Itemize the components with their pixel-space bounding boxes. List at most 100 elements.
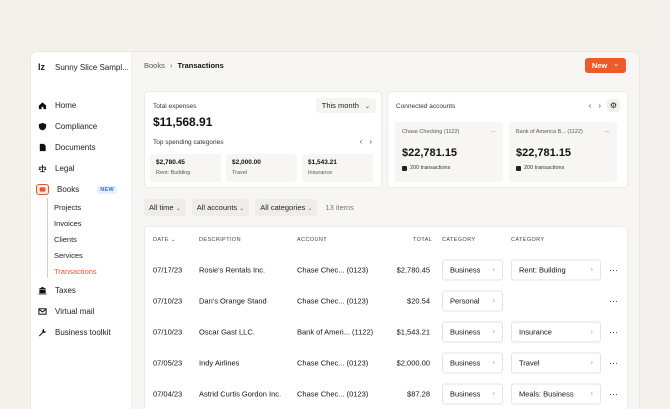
sidebar-item-label: Legal [55, 164, 75, 173]
col-header-description[interactable]: DESCRIPTION [199, 237, 241, 243]
breadcrumb-parent[interactable]: Books [144, 61, 165, 70]
col-header-category[interactable]: CATEGORY [442, 237, 476, 243]
category-tile[interactable]: $1,543.21 Insurance [302, 154, 373, 182]
document-icon [38, 143, 47, 152]
category-select[interactable]: Business › [442, 259, 503, 280]
category-tile[interactable]: $2,000.00 Travel [226, 154, 297, 182]
row-more-icon[interactable]: ··· [609, 296, 618, 306]
more-icon[interactable]: ··· [605, 129, 611, 135]
item-count: 13 items [325, 203, 354, 212]
transactions-table: DATE ⌄ DESCRIPTION ACCOUNT TOTAL CATEGOR… [144, 226, 628, 409]
sidebar-item-label: Virtual mail [55, 307, 95, 316]
sidebar-item-legal[interactable]: Legal [38, 158, 128, 179]
sidebar-subitem-transactions[interactable]: Transactions [54, 264, 128, 280]
time-filter[interactable]: All time ⌄ [144, 199, 186, 216]
table-row[interactable]: 07/17/23 Rosie's Rentals Inc. Chase Chec… [145, 254, 627, 285]
cell-account: Chase Chec... (0123) [297, 265, 369, 274]
filter-bar: All time ⌄ All accounts ⌄ All categories… [144, 199, 354, 216]
sidebar-item-compliance[interactable]: Compliance [38, 116, 128, 137]
sidebar-subitem-projects[interactable]: Projects [54, 200, 128, 216]
category-select-value: Business [450, 358, 481, 367]
row-more-icon[interactable]: ··· [609, 358, 618, 368]
account-name: Chase Checking (1122) [402, 129, 460, 135]
chevron-down-icon: ⌄ [613, 61, 620, 68]
category-select[interactable]: Business › [442, 383, 503, 404]
table-row[interactable]: 07/10/23 Oscar Gast LLC. Bank of Ameri..… [145, 316, 627, 347]
category-select[interactable]: Personal › [442, 290, 503, 311]
category-select-value: Personal [450, 296, 480, 305]
transactions-icon [516, 165, 521, 171]
breadcrumb: Books › Transactions [144, 61, 224, 70]
account-number: (1122) [567, 129, 583, 135]
chevron-down-icon: ⌄ [364, 104, 370, 110]
category-name: Travel [232, 170, 248, 176]
col-header-total[interactable]: TOTAL [413, 237, 432, 243]
sidebar-item-books[interactable]: Books NEW [36, 179, 128, 200]
table-row[interactable]: 07/10/23 Dan's Orange Stand Chase Chec..… [145, 285, 627, 316]
sidebar-item-home[interactable]: Home [38, 95, 128, 116]
category-value: $2,000.00 [232, 159, 261, 166]
sidebar-item-business-toolkit[interactable]: Business toolkit [38, 322, 128, 343]
sidebar-item-label: Documents [55, 143, 96, 152]
chevron-left-icon[interactable]: ‹ [360, 137, 370, 146]
cell-date: 07/10/23 [153, 296, 183, 305]
subcategory-select-value: Meals: Business [519, 389, 574, 398]
total-expenses-label: Total expenses [153, 103, 197, 110]
sidebar-item-taxes[interactable]: Taxes [38, 280, 128, 301]
sidebar-item-documents[interactable]: Documents [38, 137, 128, 158]
category-select[interactable]: Business › [442, 321, 503, 342]
chevron-right-icon: › [492, 390, 495, 397]
period-dropdown[interactable]: This month ⌄ [315, 98, 376, 113]
cell-description: Rosie's Rentals Inc. [199, 265, 266, 274]
more-icon[interactable]: ··· [491, 129, 497, 135]
sidebar-item-virtual-mail[interactable]: Virtual mail [38, 301, 128, 322]
sidebar-subitem-invoices[interactable]: Invoices [54, 216, 128, 232]
table-row[interactable]: 07/04/23 Astrid Curtis Gordon Inc. Chase… [145, 378, 627, 409]
home-icon [38, 101, 47, 110]
subcategory-select[interactable]: Rent: Building › [511, 259, 601, 280]
category-pager[interactable]: ‹› [360, 137, 379, 146]
chevron-right-icon: › [492, 359, 495, 366]
gear-icon[interactable]: ⚙ [607, 99, 620, 112]
account-tile[interactable]: Chase Checking (1122) ··· $22,781.15 200… [395, 122, 503, 182]
cell-description: Astrid Curtis Gordon Inc. [199, 389, 282, 398]
accounts-filter[interactable]: All accounts ⌄ [191, 199, 250, 216]
total-expenses-amount: $11,568.91 [153, 115, 213, 129]
col-header-account[interactable]: ACCOUNT [297, 237, 327, 243]
subcategory-select[interactable]: Meals: Business › [511, 383, 601, 404]
cell-description: Dan's Orange Stand [199, 296, 267, 305]
category-tile[interactable]: $2,780.45 Rent: Building [150, 154, 221, 182]
row-more-icon[interactable]: ··· [609, 327, 618, 337]
category-name: Rent: Building [156, 170, 191, 176]
accounts-pager[interactable]: ‹› [589, 101, 608, 110]
cell-account: Chase Chec... (0123) [297, 296, 369, 305]
chevron-down-icon: ⌄ [307, 206, 313, 212]
sidebar-subitem-services[interactable]: Services [54, 248, 128, 264]
chevron-right-icon[interactable]: › [369, 137, 379, 146]
chevron-right-icon: › [590, 328, 593, 335]
subcategory-select[interactable]: Insurance › [511, 321, 601, 342]
row-more-icon[interactable]: ··· [609, 389, 618, 399]
col-header-category-2[interactable]: CATEGORY [511, 237, 545, 243]
subcategory-select[interactable]: Travel › [511, 352, 601, 373]
cell-date: 07/04/23 [153, 389, 183, 398]
books-submenu: Projects Invoices Clients Services Trans… [47, 198, 128, 280]
shield-icon [38, 122, 47, 131]
account-tile[interactable]: Bank of America B... (1122) ··· $22,781.… [509, 122, 617, 182]
sidebar-subitem-clients[interactable]: Clients [54, 232, 128, 248]
app-window: lz Sunny Slice Sampl... Home Compliance … [31, 52, 639, 409]
brand[interactable]: lz Sunny Slice Sampl... [38, 62, 129, 72]
cell-date: 07/10/23 [153, 327, 183, 336]
breadcrumb-current: Transactions [177, 61, 224, 70]
row-more-icon[interactable]: ··· [609, 265, 618, 275]
col-header-date[interactable]: DATE ⌄ [153, 237, 176, 243]
table-row[interactable]: 07/05/23 Indy Airlines Chase Chec... (01… [145, 347, 627, 378]
account-tx-count: 200 transactions [524, 165, 565, 171]
new-button[interactable]: New ⌄ [585, 58, 626, 73]
category-select[interactable]: Business › [442, 352, 503, 373]
sidebar-item-label: Compliance [55, 122, 98, 131]
categories-filter[interactable]: All categories ⌄ [255, 199, 318, 216]
chevron-left-icon[interactable]: ‹ [589, 101, 599, 110]
account-tx-count: 200 transactions [410, 165, 451, 171]
chevron-right-icon: › [590, 390, 593, 397]
